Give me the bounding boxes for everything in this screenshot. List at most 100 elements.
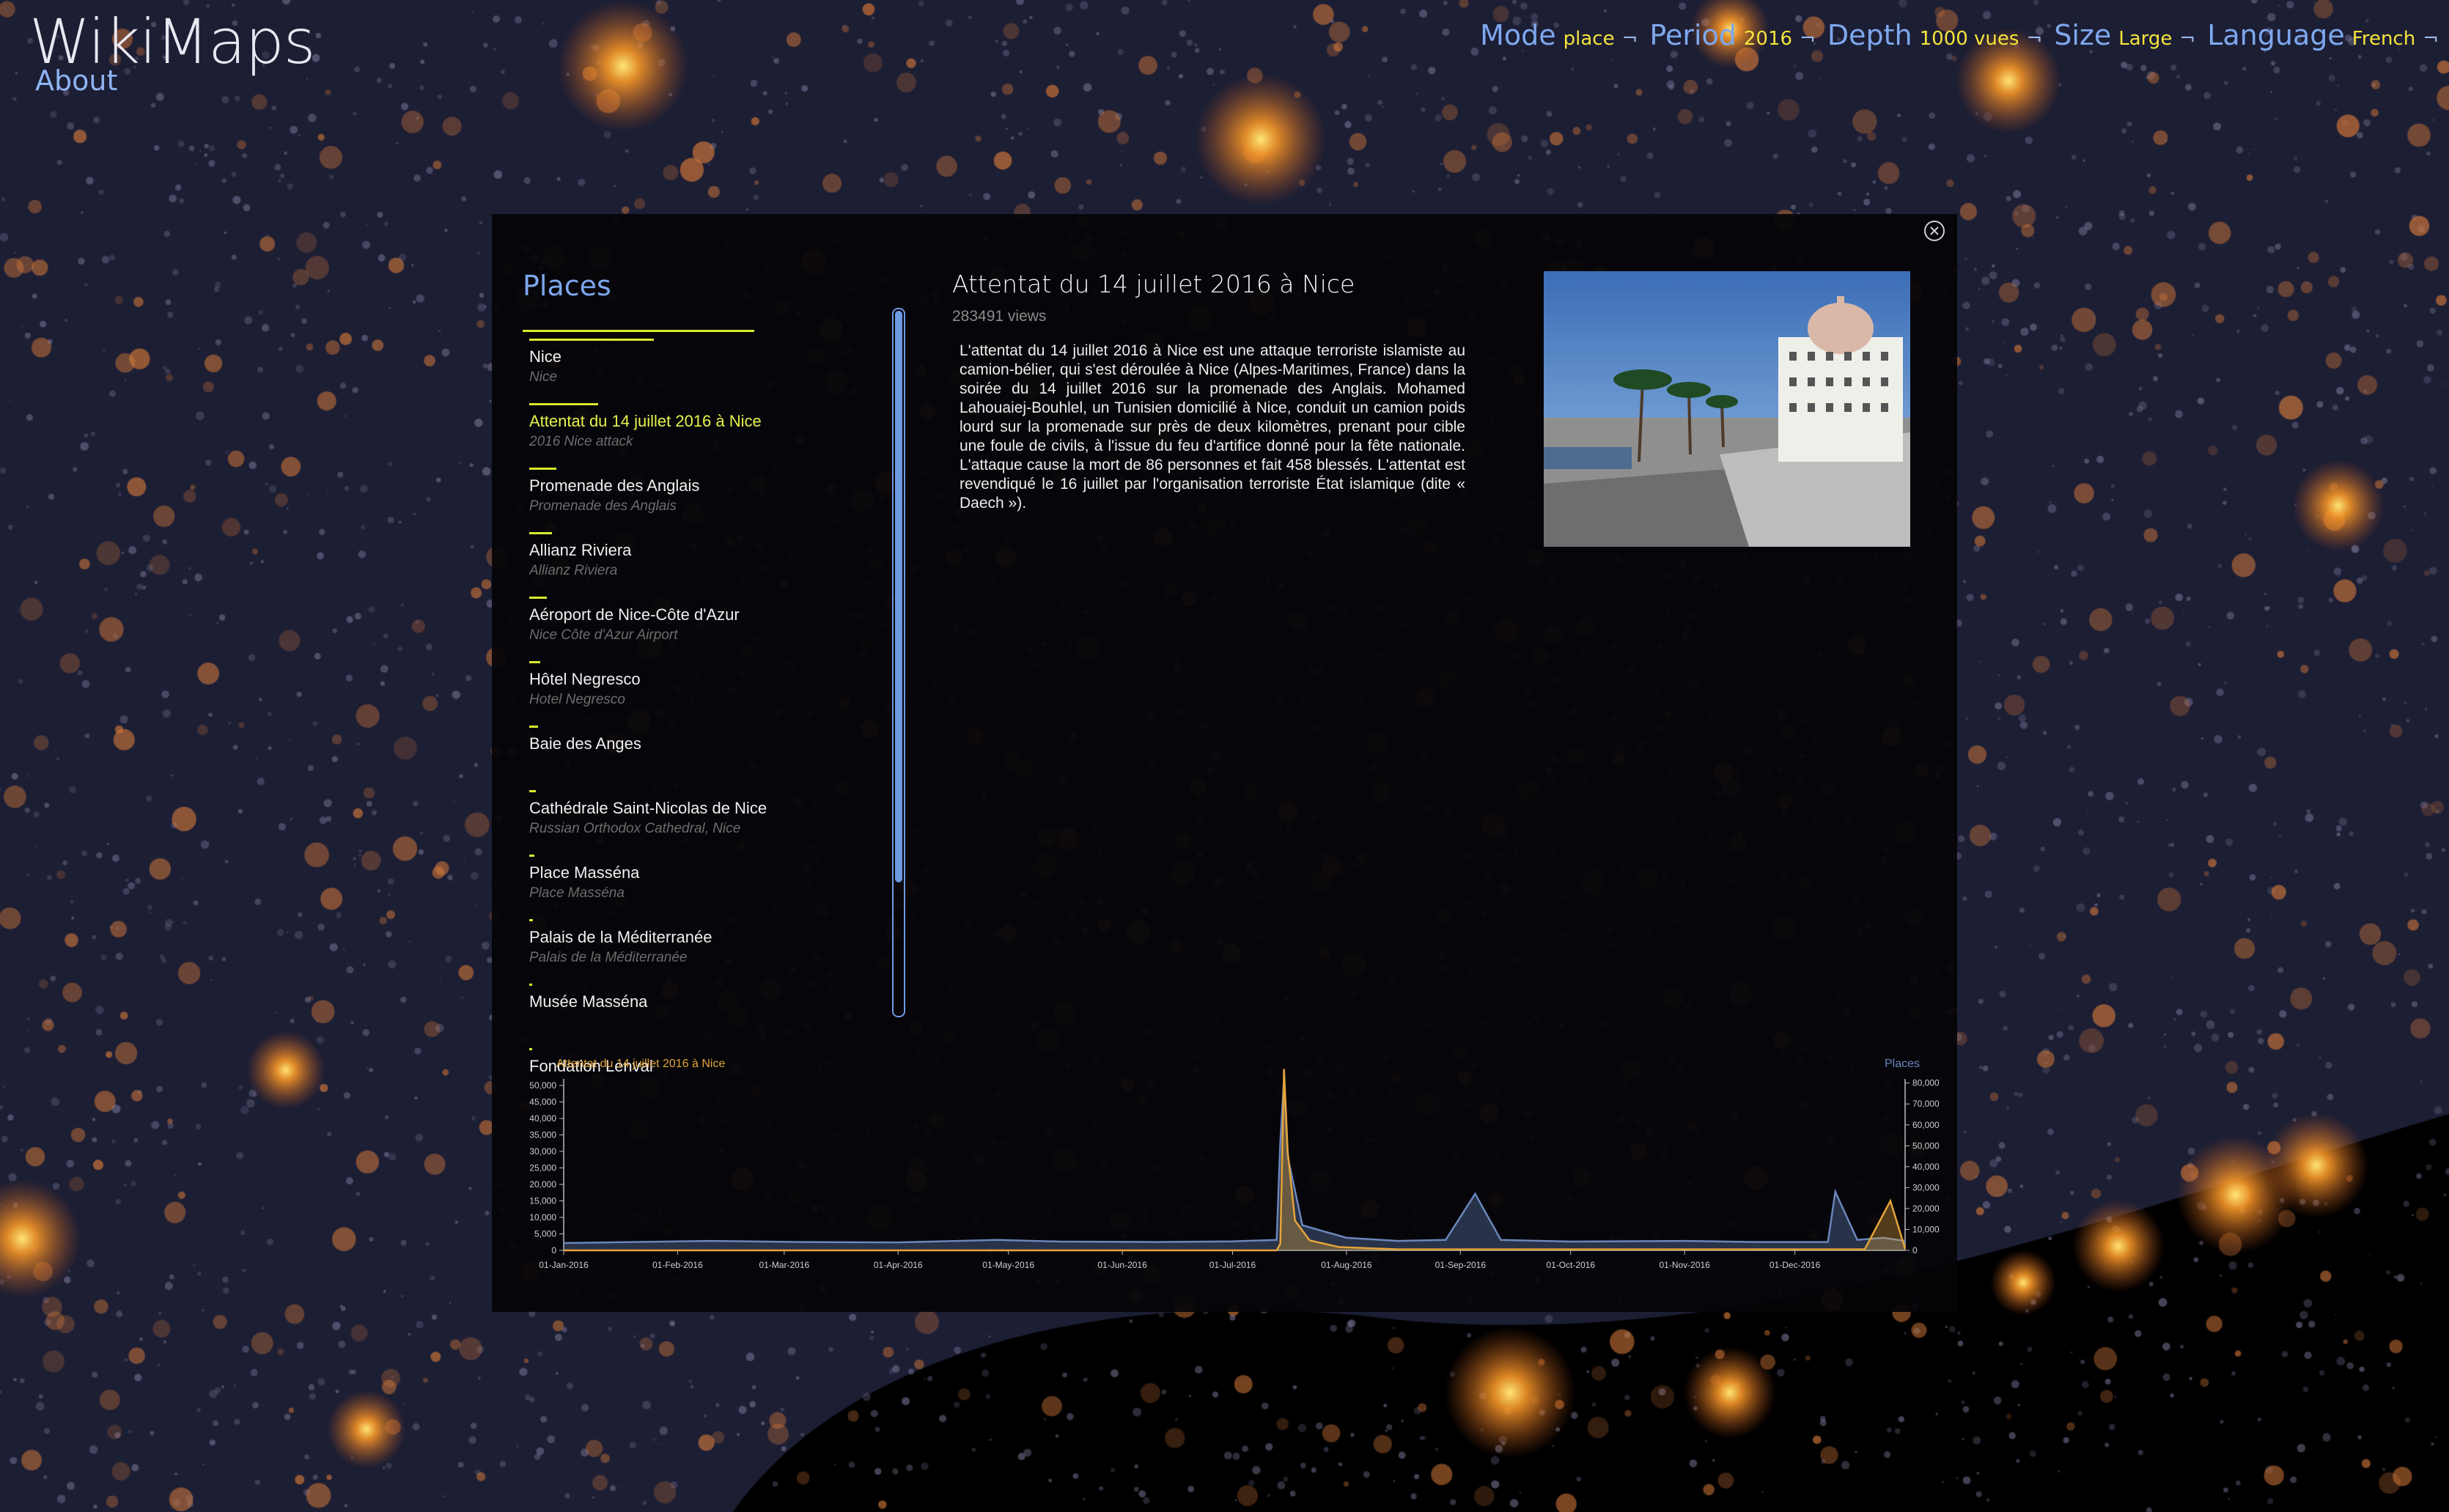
nav-separator: ¬ <box>2026 28 2043 50</box>
x-tick-label: 01-Jun-2016 <box>1097 1260 1147 1270</box>
nav-period-label[interactable]: Period <box>1649 19 1737 51</box>
nav-separator: ¬ <box>2179 28 2196 50</box>
place-name[interactable]: Allianz Riviera <box>529 541 631 560</box>
nav-language-value[interactable]: French <box>2352 28 2415 50</box>
nav-separator: ¬ <box>2423 28 2439 50</box>
place-english-name: Nice <box>529 369 558 385</box>
place-name[interactable]: Palais de la Méditerranée <box>529 928 712 947</box>
x-tick-label: 01-Jan-2016 <box>539 1260 589 1270</box>
right-series-label: Places <box>1885 1058 1920 1070</box>
popularity-bar <box>529 790 536 792</box>
place-list-item[interactable]: Baie des Anges <box>529 723 910 787</box>
x-tick-label: 01-Aug-2016 <box>1321 1260 1372 1270</box>
y-right-tick-label: 10,000 <box>1912 1224 1940 1234</box>
place-list-item[interactable]: Cathédrale Saint-Nicolas de Nice Russian … <box>529 787 910 852</box>
y-left-tick-label: 45,000 <box>529 1097 556 1107</box>
popularity-bar <box>529 726 538 728</box>
place-detail-panel: Places Nice Nice Attentat du 14 juillet 20… <box>492 214 1957 1312</box>
y-left-tick-label: 10,000 <box>529 1212 556 1222</box>
place-name[interactable]: Aéroport de Nice-Côte d'Azur <box>529 605 740 624</box>
y-left-tick-label: 35,000 <box>529 1130 556 1140</box>
place-list-item[interactable]: Palais de la Méditerranée Palais de la Mé… <box>529 916 910 981</box>
place-english-name: Palais de la Méditerranée <box>529 950 688 965</box>
close-icon[interactable] <box>1923 220 1945 242</box>
article-views: 283491 views <box>952 308 1047 325</box>
y-right-tick-label: 60,000 <box>1912 1120 1940 1130</box>
place-english-name: Allianz Riviera <box>529 563 618 578</box>
y-left-tick-label: 20,000 <box>529 1179 556 1190</box>
x-tick-label: 01-Mar-2016 <box>759 1260 809 1270</box>
place-list-item[interactable]: Hôtel Negresco Hotel Negresco <box>529 658 910 723</box>
place-list-item[interactable]: Musée Masséna <box>529 981 910 1045</box>
x-tick-label: 01-Feb-2016 <box>652 1260 703 1270</box>
nav-size-value[interactable]: Large <box>2118 28 2172 50</box>
views-timeline-chart: 0 5,000 10,000 15,000 20,000 25,000 30,000 35,0… <box>529 1058 1940 1270</box>
y-right-tick-label: 0 <box>1912 1245 1918 1255</box>
y-left-tick-label: 50,000 <box>529 1080 556 1091</box>
places-heading: Places <box>523 270 611 302</box>
place-name[interactable]: Attentat du 14 juillet 2016 à Nice <box>529 412 762 431</box>
nav-mode-value[interactable]: place <box>1564 28 1615 50</box>
popularity-bar <box>529 855 534 857</box>
x-tick-label: 01-Nov-2016 <box>1659 1260 1710 1270</box>
place-name[interactable]: Place Masséna <box>529 863 639 882</box>
series-area-article <box>564 1069 1905 1250</box>
place-list-item[interactable]: Aéroport de Nice-Côte d'Azur Nice Côte d'… <box>529 594 910 658</box>
y-left-tick-label: 40,000 <box>529 1113 556 1124</box>
y-right-tick-label: 20,000 <box>1912 1203 1940 1214</box>
popularity-bar <box>529 661 541 663</box>
x-tick-label: 01-Sep-2016 <box>1435 1260 1487 1270</box>
x-tick-label: 01-Oct-2016 <box>1546 1260 1595 1270</box>
series-line-places <box>563 1078 1906 1244</box>
left-series-label: Attentat du 14 juillet 2016 à Nice <box>556 1058 725 1070</box>
nav-mode-label[interactable]: Mode <box>1480 19 1556 51</box>
nav-language-label[interactable]: Language <box>2207 19 2345 51</box>
about-link[interactable]: About <box>35 64 117 97</box>
y-right-tick-label: 40,000 <box>1912 1162 1940 1172</box>
y-left-tick-label: 30,000 <box>529 1146 556 1157</box>
x-tick-label: 01-Dec-2016 <box>1769 1260 1821 1270</box>
place-english-name: 2016 Nice attack <box>529 434 633 449</box>
popularity-bar <box>529 339 654 341</box>
nav-period-value[interactable]: 2016 <box>1744 28 1792 50</box>
popularity-bar <box>529 597 547 599</box>
scrollbar-thumb[interactable] <box>895 311 902 882</box>
popularity-bar <box>529 468 557 470</box>
nav-size-label[interactable]: Size <box>2054 19 2111 51</box>
popularity-bar <box>529 1048 532 1050</box>
place-english-name: Hotel Negresco <box>529 692 625 707</box>
place-english-name: Russian Orthodox Cathedral, Nice <box>529 821 741 836</box>
y-right-tick-label: 30,000 <box>1912 1182 1940 1192</box>
popularity-bar <box>529 984 532 986</box>
nav-depth-label[interactable]: Depth <box>1827 19 1912 51</box>
place-english-name: Place Masséna <box>529 885 625 901</box>
place-list-item[interactable]: Nice Nice <box>529 336 910 400</box>
place-name[interactable]: Musée Masséna <box>529 992 647 1011</box>
place-name[interactable]: Promenade des Anglais <box>529 476 699 495</box>
place-english-name: Promenade des Anglais <box>529 498 677 514</box>
place-name[interactable]: Cathédrale Saint-Nicolas de Nice <box>529 799 767 818</box>
y-right-tick-label: 70,000 <box>1912 1099 1940 1109</box>
article-title: Attentat du 14 juillet 2016 à Nice <box>952 270 1355 298</box>
nav-depth-value[interactable]: 1000 vues <box>1920 28 2019 50</box>
nav-separator: ¬ <box>1800 28 1816 50</box>
y-left-tick-label: 15,000 <box>529 1196 556 1206</box>
y-right-tick-label: 50,000 <box>1912 1140 1940 1151</box>
y-right-tick-label: 80,000 <box>1912 1078 1940 1088</box>
heading-rule <box>523 330 754 332</box>
place-list-item[interactable]: Promenade des Anglais Promenade des Angla… <box>529 465 910 529</box>
place-name[interactable]: Nice <box>529 347 561 366</box>
x-tick-label: 01-Jul-2016 <box>1209 1260 1256 1270</box>
place-name[interactable]: Hôtel Negresco <box>529 670 641 689</box>
place-list-item[interactable]: Attentat du 14 juillet 2016 à Nice 2016 N… <box>529 400 910 465</box>
places-scrollbar[interactable] <box>892 308 905 1017</box>
place-name[interactable]: Baie des Anges <box>529 734 641 753</box>
series-line-article <box>564 1069 1907 1252</box>
place-list-item[interactable]: Allianz Riviera Allianz Riviera <box>529 529 910 594</box>
article-photo <box>1544 271 1910 547</box>
nav-separator: ¬ <box>1621 28 1638 50</box>
place-list-item[interactable]: Place Masséna Place Masséna <box>529 852 910 916</box>
y-left-tick-label: 25,000 <box>529 1163 556 1173</box>
y-left-tick-label: 5,000 <box>534 1229 556 1239</box>
x-tick-label: 01-May-2016 <box>982 1260 1034 1270</box>
